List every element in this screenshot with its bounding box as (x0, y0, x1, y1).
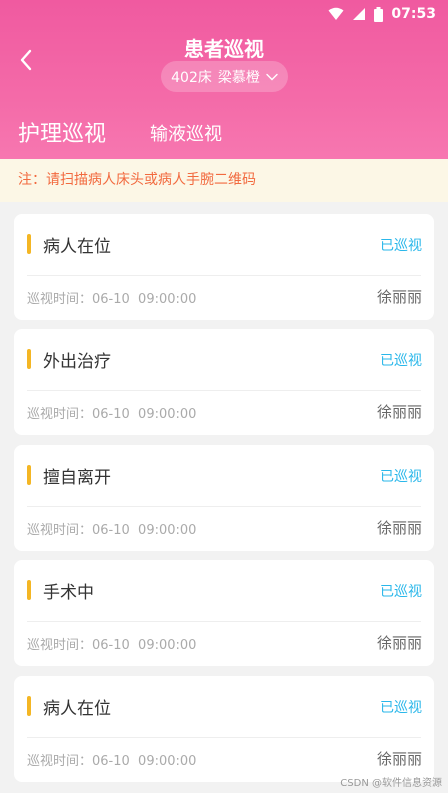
round-record-card[interactable]: 病人在位 已巡视 巡视时间：06-10 09:00:00 徐丽丽 (14, 214, 434, 320)
nurse-name: 徐丽丽 (376, 750, 422, 768)
record-time: 巡视时间：06-10 09:00:00 (27, 750, 196, 769)
nurse-name: 徐丽丽 (376, 403, 422, 421)
status-marker (27, 580, 31, 600)
record-time: 巡视时间：06-10 09:00:00 (27, 634, 196, 653)
nurse-name: 徐丽丽 (376, 519, 422, 537)
divider (27, 390, 421, 391)
header: 07:53 患者巡视 402床 梁慕橙 护理巡视 输液巡视 (0, 0, 448, 159)
record-state: 病人在位 (43, 699, 111, 719)
status-bar: 07:53 (0, 0, 448, 32)
round-record-card[interactable]: 病人在位 已巡视 巡视时间：06-10 09:00:00 徐丽丽 (14, 676, 434, 782)
time-label: 巡视时间： (27, 523, 93, 538)
status-marker (27, 465, 31, 485)
status-marker (27, 234, 31, 254)
scan-notice: 注：请扫描病人床头或病人手腕二维码 (0, 159, 448, 202)
status-badge: 已巡视 (380, 584, 422, 600)
record-state: 手术中 (43, 583, 94, 603)
wifi-icon (328, 7, 344, 21)
battery-icon (374, 6, 384, 22)
page-title: 患者巡视 (184, 37, 264, 61)
bed-number: 402床 (171, 69, 212, 86)
status-marker (27, 349, 31, 369)
watermark: CSDN @软件信息资源 (340, 778, 442, 789)
time-label: 巡视时间： (27, 754, 93, 769)
status-badge: 已巡视 (380, 469, 422, 485)
record-time: 巡视时间：06-10 09:00:00 (27, 519, 196, 538)
time-label: 巡视时间： (27, 638, 93, 653)
chevron-down-icon (266, 69, 278, 85)
patient-name: 梁慕橙 (217, 69, 260, 86)
status-marker (27, 696, 31, 716)
nurse-name: 徐丽丽 (376, 634, 422, 652)
tab-infusion-rounds[interactable]: 输液巡视 (150, 120, 222, 146)
time-label: 巡视时间： (27, 292, 93, 307)
status-badge: 已巡视 (380, 353, 422, 369)
time-value: 06-10 09:00:00 (92, 754, 197, 769)
status-time: 07:53 (391, 6, 436, 22)
status-badge: 已巡视 (380, 238, 422, 254)
divider (27, 506, 421, 507)
record-time: 巡视时间：06-10 09:00:00 (27, 403, 196, 422)
nurse-name: 徐丽丽 (376, 288, 422, 306)
time-value: 06-10 09:00:00 (92, 638, 197, 653)
round-record-card[interactable]: 擅自离开 已巡视 巡视时间：06-10 09:00:00 徐丽丽 (14, 445, 434, 551)
time-value: 06-10 09:00:00 (92, 407, 197, 422)
time-value: 06-10 09:00:00 (92, 292, 197, 307)
signal-icon (352, 7, 366, 21)
tab-nursing-rounds[interactable]: 护理巡视 (18, 116, 106, 148)
record-state: 外出治疗 (43, 352, 111, 372)
record-state: 病人在位 (43, 237, 111, 257)
divider (27, 737, 421, 738)
round-record-card[interactable]: 手术中 已巡视 巡视时间：06-10 09:00:00 徐丽丽 (14, 560, 434, 666)
record-state: 擅自离开 (43, 468, 111, 488)
round-record-card[interactable]: 外出治疗 已巡视 巡视时间：06-10 09:00:00 徐丽丽 (14, 329, 434, 435)
time-label: 巡视时间： (27, 407, 93, 422)
divider (27, 275, 421, 276)
status-badge: 已巡视 (380, 700, 422, 716)
divider (27, 621, 421, 622)
record-time: 巡视时间：06-10 09:00:00 (27, 288, 196, 307)
time-value: 06-10 09:00:00 (92, 523, 197, 538)
bed-selector[interactable]: 402床 梁慕橙 (161, 61, 288, 92)
